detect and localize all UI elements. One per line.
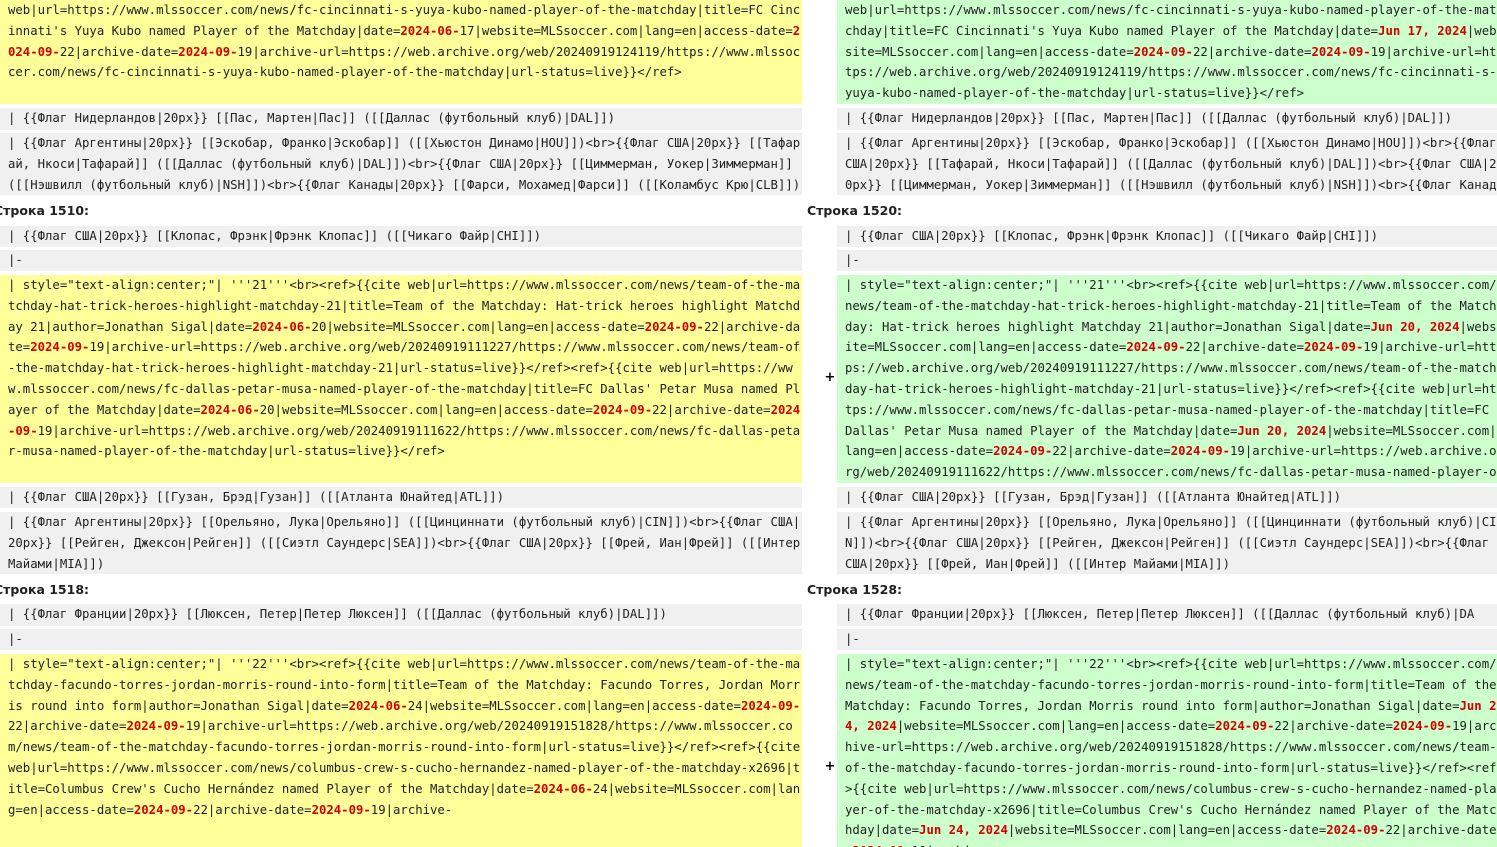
context-line-separator-1: |- — [837, 250, 1497, 271]
changed-text: 2024-06- — [200, 402, 260, 417]
context-line-argentina-2: | {{Флаг Аргентины|20px}} [[Орельяно, Лу… — [0, 512, 802, 574]
context-line-netherlands: | {{Флаг Нидерландов|20px}} [[Пас, Марте… — [837, 108, 1497, 130]
changed-text: Jun 20, 2024 — [1370, 319, 1460, 334]
context-line-netherlands: | {{Флаг Нидерландов|20px}} [[Пас, Марте… — [0, 108, 802, 130]
context-line-argentina-2: | {{Флаг Аргентины|20px}} [[Орельяно, Лу… — [837, 512, 1497, 574]
changed-text: 2024-09- — [644, 319, 704, 334]
changed-text: 2024-06- — [533, 781, 593, 796]
changed-text: 2024-09- — [126, 719, 186, 734]
changed-text: 2024-09- — [30, 340, 90, 355]
changed-text: 2024-09- — [1304, 340, 1364, 355]
changed-text: 2024-09- — [1311, 44, 1371, 59]
context-line-argentina-1: | {{Флаг Аргентины|20px}} [[Эскобар, Фра… — [0, 133, 802, 195]
context-line-usa-2: | {{Флаг США|20px}} [[Гузан, Брэд|Гузан]… — [0, 487, 802, 508]
changed-text: 2024-09- — [592, 402, 653, 417]
changed-text: 2024-09- — [1326, 823, 1386, 838]
context-line-argentina-1: | {{Флаг Аргентины|20px}} [[Эскобар, Фра… — [837, 133, 1497, 195]
changed-text: Jun 20, 2024 — [1237, 423, 1327, 438]
deleted-line-matchday-22: | style="text-align:center;"| '''22'''<b… — [0, 654, 802, 847]
changed-text: 2024-09- — [133, 802, 194, 817]
changed-text: 2024-06- — [400, 23, 460, 38]
added-line-matchday-21: | style="text-align:center;"| '''21'''<b… — [837, 275, 1497, 483]
added-line-marker: + — [824, 370, 836, 385]
changed-text: 2024-09- — [1126, 340, 1186, 355]
line-number-header-left-1: Строка 1510: — [0, 203, 90, 218]
line-number-header-right-1: Строка 1520: — [807, 203, 903, 218]
context-line-usa-1: | {{Флаг США|20px}} [[Клопас, Фрэнк|Фрэн… — [0, 226, 802, 247]
changed-text: Jun 17, 2024 — [1378, 23, 1467, 38]
context-line-usa-2: | {{Флаг США|20px}} [[Гузан, Брэд|Гузан]… — [837, 487, 1497, 508]
added-line-top: web|url=https://www.mlssoccer.com/news/f… — [837, 0, 1497, 104]
line-number-header-right-2: Строка 1528: — [807, 582, 903, 597]
context-line-separator-2: |- — [0, 629, 802, 650]
changed-text: 2024-06- — [252, 319, 312, 334]
changed-text: Jun 24, 2024 — [919, 823, 1008, 838]
changed-text: 2024-09- — [1133, 44, 1193, 59]
changed-text: 2024-09- — [740, 698, 801, 713]
context-line-france: | {{Флаг Франции|20px}} [[Люксен, Петер|… — [837, 604, 1497, 626]
line-number-header-left-2: Строка 1518: — [0, 582, 90, 597]
changed-text: 2024-09- — [311, 802, 371, 817]
deleted-line-top: web|url=https://www.mlssoccer.com/news/f… — [0, 0, 802, 104]
changed-text: 2024-09- — [178, 44, 238, 59]
changed-text: 2024-09- — [1170, 444, 1231, 459]
deleted-line-matchday-21: | style="text-align:center;"| '''21'''<b… — [0, 275, 802, 483]
changed-text: 2024-09- — [1392, 719, 1453, 734]
changed-text: 2024-09- — [993, 444, 1053, 459]
changed-text: 2024-09- — [1215, 719, 1275, 734]
context-line-usa-1: | {{Флаг США|20px}} [[Клопас, Фрэнк|Фрэн… — [837, 226, 1497, 247]
added-line-marker: + — [824, 759, 836, 774]
changed-text: 2024-09- — [8, 402, 801, 438]
context-line-separator-2: |- — [837, 629, 1497, 650]
changed-text: 2024-06- — [348, 698, 408, 713]
context-line-separator-1: |- — [0, 250, 802, 271]
context-line-france: | {{Флаг Франции|20px}} [[Люксен, Петер|… — [0, 604, 802, 626]
added-line-matchday-22: | style="text-align:center;"| '''22'''<b… — [837, 654, 1497, 847]
